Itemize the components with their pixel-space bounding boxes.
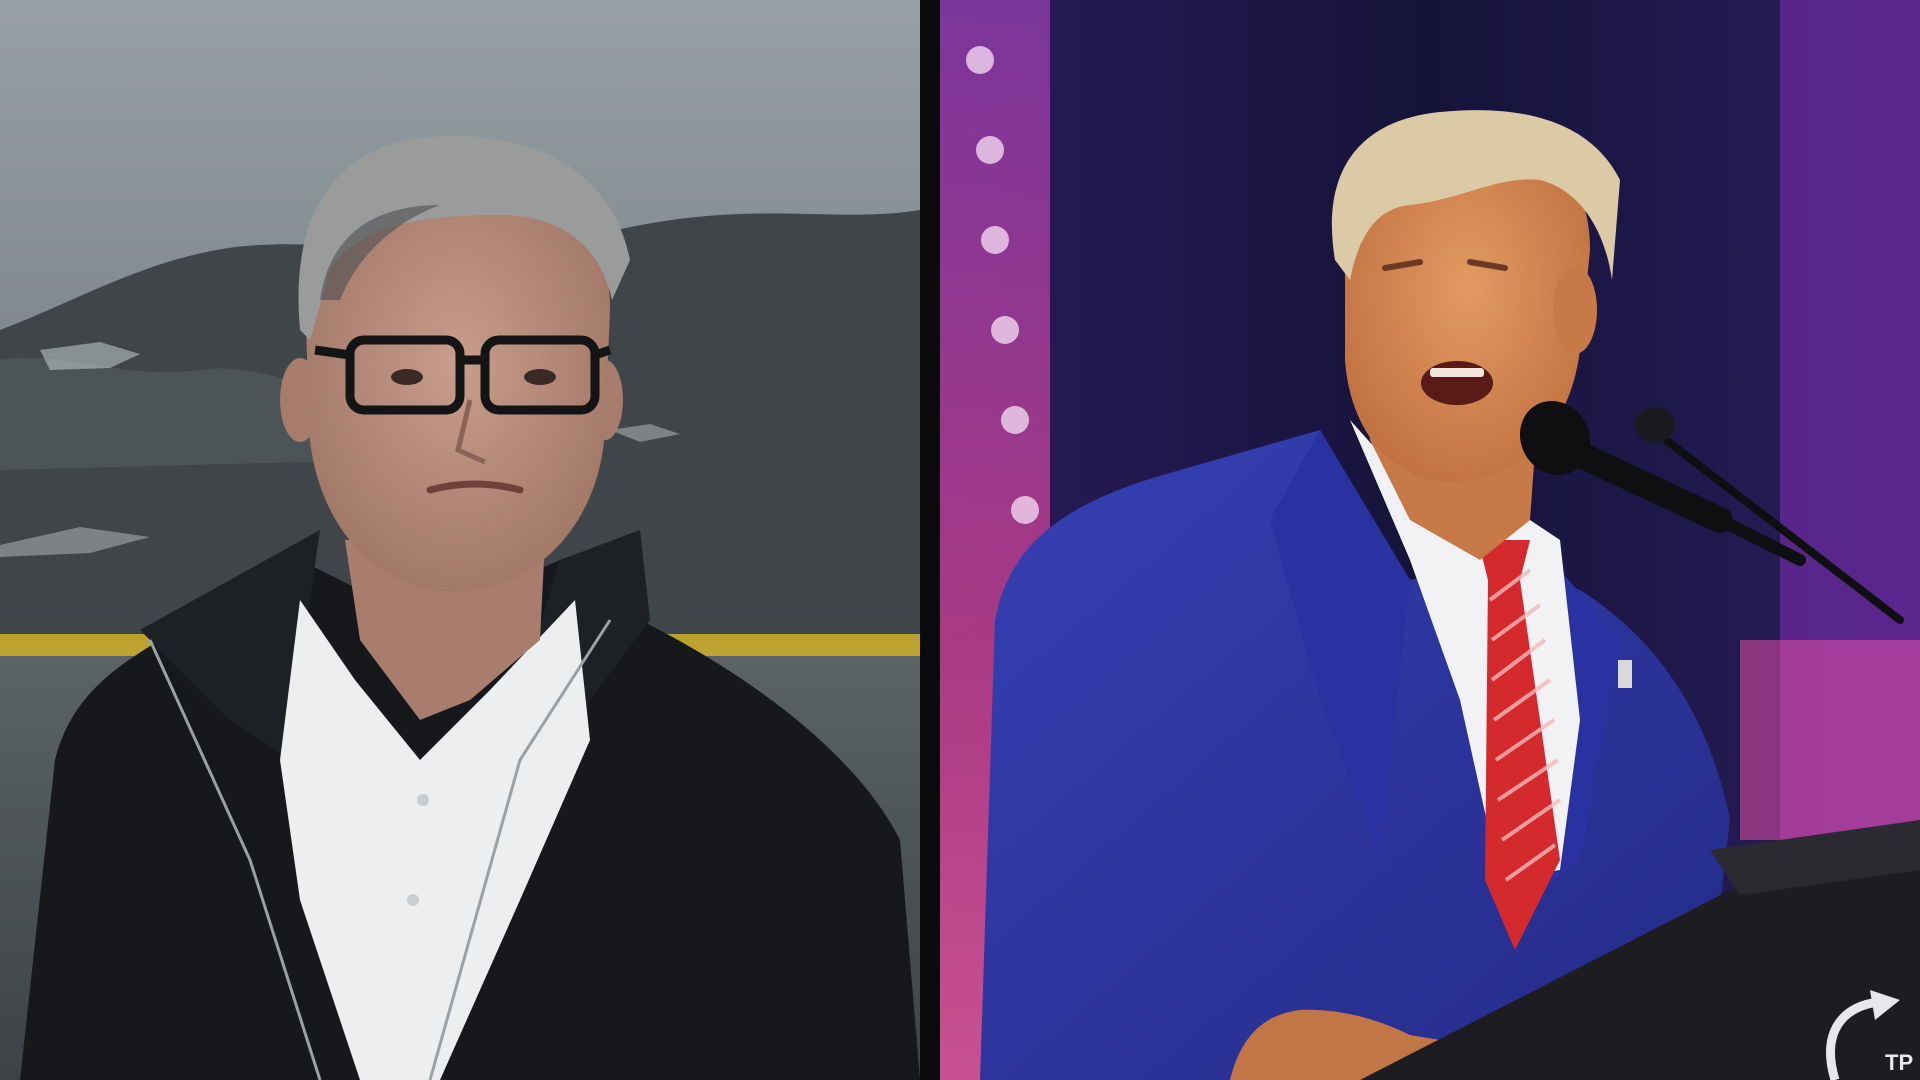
left-eye-left: [391, 369, 423, 385]
right-teeth: [1430, 368, 1484, 377]
right-lapel-pin: [1618, 660, 1632, 688]
right-ear: [1553, 266, 1597, 354]
right-photo-speaker-at-podium: TP: [940, 0, 1920, 1080]
right-stage-glow: [1740, 640, 1920, 840]
left-photo-scene: [0, 0, 920, 1080]
split-photo-composite: TP: [0, 0, 1920, 1080]
left-shirt-button-2: [407, 894, 419, 906]
right-podium-logo-text: TP: [1885, 1050, 1913, 1075]
right-photo-scene: TP: [940, 0, 1920, 1080]
left-shirt-button-1: [417, 794, 429, 806]
left-eye-right: [524, 369, 556, 385]
left-photo-man-with-glasses: [0, 0, 920, 1080]
photo-divider: [920, 0, 940, 1080]
right-mouth-open: [1421, 361, 1493, 405]
